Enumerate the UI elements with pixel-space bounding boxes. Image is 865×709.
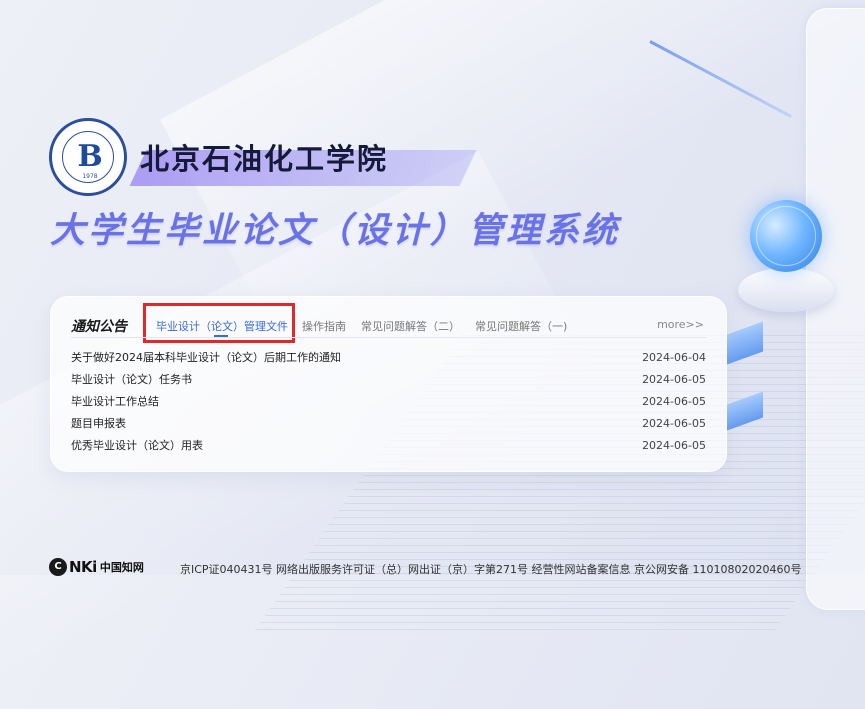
notice-item[interactable]: 关于做好2024届本科毕业设计（论文）后期工作的通知 2024-06-04 (71, 350, 706, 372)
notice-panel: 通知公告 毕业设计（论文）管理文件 操作指南 常见问题解答（二） 常见问题解答（… (50, 296, 727, 472)
globe-icon (750, 200, 822, 272)
notice-divider (71, 337, 706, 338)
cnki-logo[interactable]: C NKi 中国知网 (49, 558, 144, 576)
notice-date: 2024-06-05 (642, 395, 706, 408)
notice-list: 关于做好2024届本科毕业设计（论文）后期工作的通知 2024-06-04 毕业… (71, 350, 706, 460)
notice-item[interactable]: 毕业设计工作总结 2024-06-05 (71, 394, 706, 416)
notice-date: 2024-06-05 (642, 439, 706, 452)
school-name: 北京石油化工学院 (140, 142, 389, 176)
logo-year: 1978 (82, 173, 98, 180)
notice-heading: 通知公告 (71, 319, 127, 335)
notice-title[interactable]: 毕业设计（论文）任务书 (71, 372, 192, 394)
notice-title[interactable]: 关于做好2024届本科毕业设计（论文）后期工作的通知 (71, 350, 341, 372)
notice-title[interactable]: 毕业设计工作总结 (71, 394, 159, 416)
more-link[interactable]: more>> (657, 318, 704, 331)
notice-date: 2024-06-04 (642, 351, 706, 364)
notice-title[interactable]: 题目申报表 (71, 416, 126, 438)
cnki-brand: NKi (69, 558, 97, 576)
notice-item[interactable]: 题目申报表 2024-06-05 (71, 416, 706, 438)
globe-pedestal (738, 268, 834, 312)
notice-item[interactable]: 优秀毕业设计（论文）用表 2024-06-05 (71, 438, 706, 460)
logo-emblem: B (77, 139, 103, 174)
tab-operation-guide[interactable]: 操作指南 (302, 318, 346, 334)
tab-faq-2[interactable]: 常见问题解答（二） (361, 318, 460, 334)
notice-date: 2024-06-05 (642, 417, 706, 430)
cnki-c-icon: C (49, 558, 67, 576)
tab-faq-1[interactable]: 常见问题解答（一) (475, 318, 567, 334)
notice-date: 2024-06-05 (642, 373, 706, 386)
notice-title[interactable]: 优秀毕业设计（论文）用表 (71, 438, 203, 460)
side-glass-panel (806, 8, 865, 610)
cnki-chinese-name: 中国知网 (99, 561, 144, 574)
school-logo: B 1978 (49, 118, 127, 196)
notice-item[interactable]: 毕业设计（论文）任务书 2024-06-05 (71, 372, 706, 394)
system-title: 大学生毕业论文（设计）管理系统 (50, 211, 621, 251)
